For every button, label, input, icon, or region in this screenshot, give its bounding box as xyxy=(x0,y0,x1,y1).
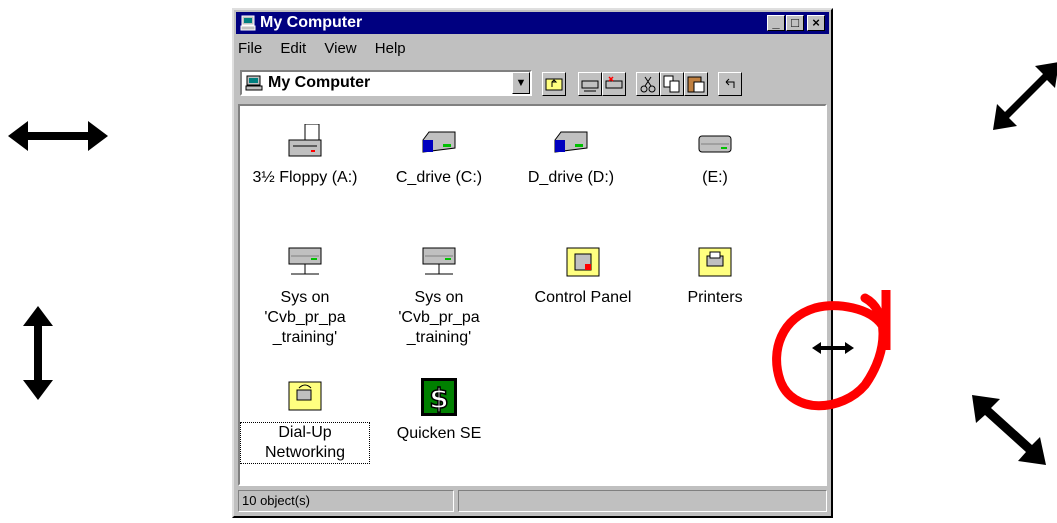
network-drive-icon xyxy=(288,247,322,275)
printers-folder-icon xyxy=(698,247,732,277)
toolbar: My Computer ▼ xyxy=(238,64,827,100)
window-title: My Computer xyxy=(260,14,363,31)
map-network-drive-button[interactable] xyxy=(578,72,602,96)
item-label: (E:) xyxy=(702,169,728,186)
close-button[interactable]: × xyxy=(807,15,825,31)
up-one-level-button[interactable] xyxy=(542,72,566,96)
menu-bar: File Edit View Help xyxy=(238,38,420,60)
floppy-drive-icon xyxy=(288,124,322,157)
copy-button[interactable] xyxy=(660,72,684,96)
menu-edit[interactable]: Edit xyxy=(280,40,306,57)
item-label: Sys on 'Cvb_pr_pa _training' xyxy=(264,289,346,346)
address-value: My Computer xyxy=(268,74,371,91)
network-drive-1[interactable]: Sys on 'Cvb_pr_pa _training' xyxy=(240,242,370,348)
map-drive-icon xyxy=(581,80,599,92)
network-drive-2[interactable]: Sys on 'Cvb_pr_pa _training' xyxy=(374,242,504,348)
diagonal-resize-ne-sw-cursor-icon xyxy=(993,62,1057,130)
clipboard-icon xyxy=(687,76,705,93)
drive-floppy-a[interactable]: 3½ Floppy (A:) xyxy=(240,124,370,188)
horizontal-resize-cursor-icon xyxy=(8,121,108,151)
status-object-count: 10 object(s) xyxy=(238,490,454,512)
item-label: Dial-Up Networking xyxy=(240,422,370,464)
undo-icon xyxy=(725,78,735,88)
hard-drive-icon xyxy=(554,131,588,153)
menu-help[interactable]: Help xyxy=(375,40,406,57)
vertical-resize-cursor-icon xyxy=(23,306,53,400)
chevron-down-icon[interactable]: ▼ xyxy=(512,72,530,94)
drive-c[interactable]: C_drive (C:) xyxy=(374,124,504,188)
network-drive-icon xyxy=(422,247,456,275)
quicken-icon: $ xyxy=(421,378,457,416)
scissors-icon xyxy=(640,76,656,93)
quicken-se[interactable]: $ Quicken SE xyxy=(374,376,504,444)
item-label: D_drive (D:) xyxy=(527,169,615,186)
minimize-button[interactable]: _ xyxy=(767,15,785,31)
item-label: Control Panel xyxy=(534,289,632,306)
address-dropdown[interactable]: My Computer ▼ xyxy=(240,70,532,96)
removable-drive-icon xyxy=(698,135,732,153)
computer-icon xyxy=(245,75,263,91)
control-panel-folder[interactable]: Control Panel xyxy=(518,242,648,308)
hard-drive-icon xyxy=(422,131,456,153)
disconnect-drive-icon xyxy=(605,76,623,89)
status-pane-empty xyxy=(458,490,827,512)
menu-view[interactable]: View xyxy=(324,40,356,57)
file-view: 3½ Floppy (A:) C_drive (C:) D_drive (D:) xyxy=(238,104,827,486)
copy-icon xyxy=(663,75,680,93)
cut-button[interactable] xyxy=(636,72,660,96)
up-folder-icon xyxy=(545,78,563,91)
svg-text:$: $ xyxy=(429,382,448,415)
disconnect-drive-button[interactable] xyxy=(602,72,626,96)
control-panel-folder-icon xyxy=(566,247,600,277)
title-bar[interactable]: My Computer _ □ × xyxy=(236,12,829,34)
drive-e[interactable]: (E:) xyxy=(650,124,780,188)
item-label: Sys on 'Cvb_pr_pa _training' xyxy=(398,289,480,346)
diagonal-resize-nw-se-cursor-icon xyxy=(972,395,1046,465)
undo-button[interactable] xyxy=(718,72,742,96)
horizontal-resize-cursor-small-icon xyxy=(812,342,854,354)
paste-button[interactable] xyxy=(684,72,708,96)
item-label: 3½ Floppy (A:) xyxy=(252,169,358,186)
computer-icon xyxy=(240,15,256,31)
maximize-button[interactable]: □ xyxy=(786,15,804,31)
status-bar: 10 object(s) xyxy=(238,490,827,512)
dialup-networking-folder[interactable]: Dial-Up Networking xyxy=(240,376,370,464)
menu-file[interactable]: File xyxy=(238,40,262,57)
item-label: Quicken SE xyxy=(396,425,482,442)
item-label: C_drive (C:) xyxy=(395,169,483,186)
printers-folder[interactable]: Printers xyxy=(650,242,780,308)
drive-d[interactable]: D_drive (D:) xyxy=(506,124,636,188)
item-label: Printers xyxy=(687,289,743,306)
dialup-folder-icon xyxy=(288,381,322,411)
my-computer-window: My Computer _ □ × File Edit View Help My… xyxy=(232,8,833,518)
